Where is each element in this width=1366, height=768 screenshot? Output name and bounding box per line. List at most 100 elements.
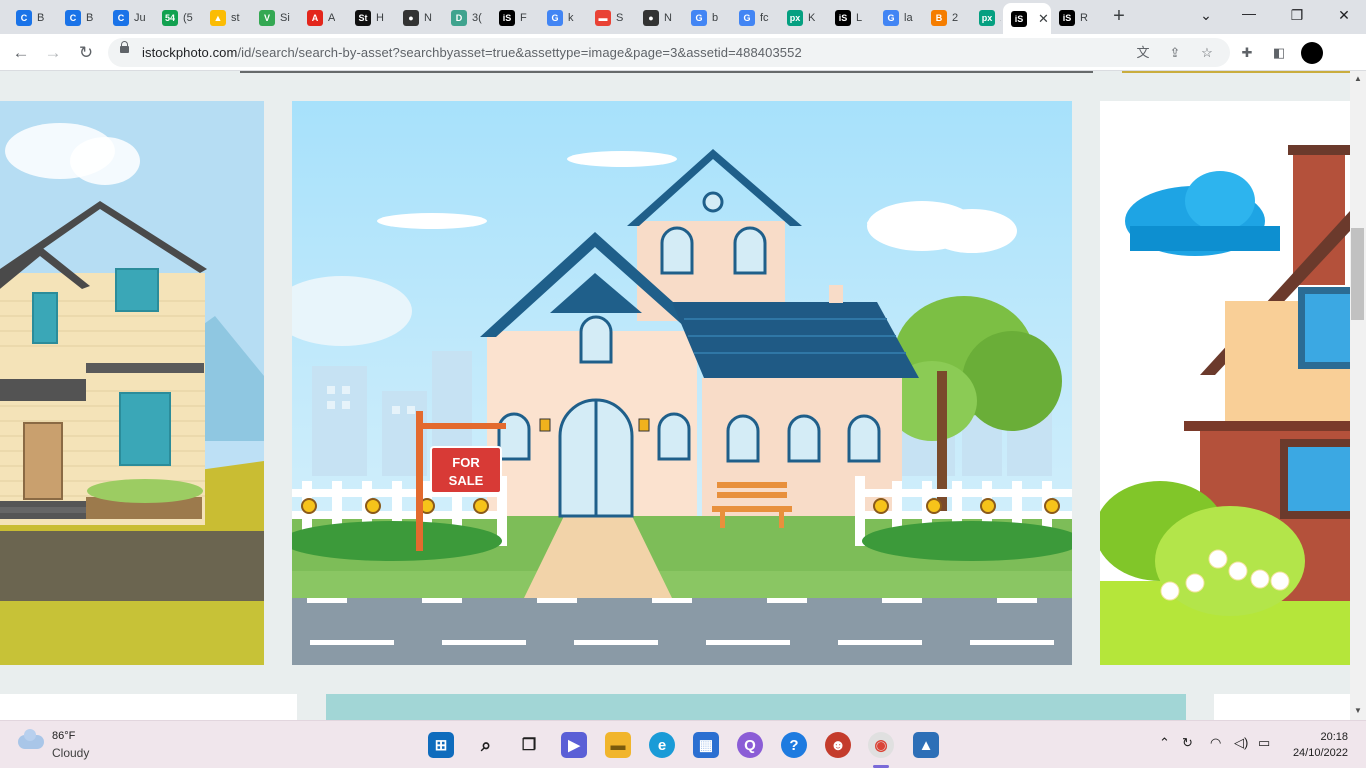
share-icon[interactable]: ⇪ bbox=[1166, 44, 1184, 62]
result-divider bbox=[1122, 71, 1350, 73]
browser-tab[interactable]: ▲ st bbox=[202, 6, 249, 30]
browser-tab[interactable]: AA bbox=[299, 6, 346, 30]
edge-browser-icon[interactable]: e bbox=[649, 732, 675, 758]
chrome-icon[interactable]: ◉ bbox=[868, 732, 894, 758]
tab-title: K bbox=[808, 12, 816, 24]
result-thumbnail-main[interactable]: FOR SALE bbox=[292, 101, 1072, 665]
help-icon[interactable]: ? bbox=[781, 732, 807, 758]
game-app-icon[interactable]: ☻ bbox=[825, 732, 851, 758]
istock-icon: iS bbox=[835, 10, 851, 26]
url-text: istockphoto.com/id/search/search-by-asse… bbox=[142, 45, 802, 60]
profile-avatar[interactable] bbox=[1301, 42, 1323, 64]
browser-tab[interactable]: C Ju bbox=[105, 6, 152, 30]
reload-button[interactable]: ↻ bbox=[75, 42, 97, 64]
task-view-icon[interactable]: ❐ bbox=[516, 732, 542, 758]
google-icon: G bbox=[691, 10, 707, 26]
browser-tab[interactable]: V Si bbox=[251, 6, 298, 30]
browser-tab[interactable]: St H bbox=[347, 6, 394, 30]
close-window-button[interactable]: ✕ bbox=[1330, 4, 1358, 26]
browser-tab[interactable]: ▬ S bbox=[587, 6, 634, 30]
close-tab-icon[interactable]: ✕ bbox=[1038, 11, 1049, 27]
c-icon: C bbox=[16, 10, 32, 26]
chat-icon[interactable]: ▶ bbox=[561, 732, 587, 758]
browser-tab[interactable]: ● N bbox=[395, 6, 442, 30]
tab-title: H bbox=[376, 12, 384, 24]
browser-tab[interactable]: Gk bbox=[539, 6, 586, 30]
google-icon: G bbox=[883, 10, 899, 26]
tab-title: 2 bbox=[952, 12, 959, 24]
restore-button[interactable]: ❐ bbox=[1283, 4, 1311, 26]
extensions-puzzle-icon[interactable]: ✚ bbox=[1238, 44, 1256, 62]
scroll-down-arrow-icon[interactable]: ▼ bbox=[1353, 706, 1363, 715]
browser-tab[interactable]: iS R bbox=[1051, 6, 1099, 30]
blogger-icon: B bbox=[931, 10, 947, 26]
tab-title: 3( bbox=[472, 12, 482, 24]
px-icon: px bbox=[979, 10, 995, 26]
for-sale-text-line2: SALE bbox=[449, 473, 484, 488]
page-scrollbar[interactable] bbox=[1350, 71, 1366, 720]
result-thumbnail-next-right[interactable] bbox=[1214, 694, 1350, 720]
volume-icon[interactable]: ◁) bbox=[1234, 735, 1248, 751]
browser-tab[interactable]: iS ✕ bbox=[1003, 3, 1051, 34]
browser-tab[interactable]: iS L bbox=[827, 6, 874, 30]
address-bar[interactable]: istockphoto.com/id/search/search-by-asse… bbox=[108, 38, 1230, 67]
translate-icon[interactable]: 文 bbox=[1134, 44, 1152, 62]
bookmark-star-icon[interactable]: ☆ bbox=[1198, 44, 1216, 62]
minimize-button[interactable]: — bbox=[1235, 2, 1263, 24]
result-thumbnail-next-main[interactable] bbox=[326, 694, 1186, 720]
github-icon: ● bbox=[643, 10, 659, 26]
browser-tab[interactable]: Gfc bbox=[731, 6, 778, 30]
weather-temperature[interactable]: 86°F bbox=[52, 730, 75, 742]
tab-title: F bbox=[520, 12, 527, 24]
browser-toolbar: ← → ↻ istockphoto.com/id/search/search-b… bbox=[0, 34, 1366, 71]
sync-icon[interactable]: ↻ bbox=[1182, 735, 1193, 751]
clock-date: 24/10/2022 bbox=[1292, 747, 1348, 759]
show-hidden-icons-chevron-icon[interactable]: ⌃ bbox=[1159, 735, 1170, 751]
browser-tab[interactable]: CB bbox=[57, 6, 104, 30]
browser-tab[interactable]: px K bbox=[779, 6, 826, 30]
browser-tab[interactable]: iS F bbox=[491, 6, 538, 30]
tab-title: k bbox=[568, 12, 574, 24]
file-explorer-icon[interactable]: ▬ bbox=[605, 732, 631, 758]
photos-icon[interactable]: ▲ bbox=[913, 732, 939, 758]
back-button[interactable]: ← bbox=[10, 42, 32, 64]
forward-button[interactable]: → bbox=[42, 42, 64, 64]
v-icon: V bbox=[259, 10, 275, 26]
battery-icon[interactable]: ▭ bbox=[1258, 735, 1270, 751]
search-results-page: FOR SALE bbox=[0, 71, 1350, 720]
lock-icon[interactable] bbox=[120, 41, 129, 53]
browser-tab[interactable]: B2 bbox=[923, 6, 970, 30]
system-clock[interactable]: 20:18 24/10/2022 bbox=[1288, 729, 1348, 761]
start-windows-icon[interactable]: ⊞ bbox=[428, 732, 454, 758]
browser-tab[interactable]: D 3( bbox=[443, 6, 490, 30]
result-thumbnail-right[interactable] bbox=[1100, 101, 1350, 665]
result-divider bbox=[240, 71, 1093, 73]
result-thumbnail-next-left[interactable] bbox=[0, 694, 297, 720]
tab-title: N bbox=[424, 12, 432, 24]
browser-tab[interactable]: Gb bbox=[683, 6, 730, 30]
tab-title: R bbox=[1080, 12, 1088, 24]
tab-title: (5 bbox=[183, 12, 193, 24]
browser-tab[interactable]: 54 (5 bbox=[154, 6, 201, 30]
tab-title: B bbox=[86, 12, 94, 24]
side-panel-icon[interactable]: ◧ bbox=[1270, 44, 1288, 62]
microsoft-store-icon[interactable]: ▦ bbox=[693, 732, 719, 758]
drive-icon: ▲ bbox=[210, 10, 226, 26]
browser-tab[interactable]: px 1 bbox=[971, 6, 1001, 30]
browser-tab[interactable]: Gla bbox=[875, 6, 922, 30]
weather-description[interactable]: Cloudy bbox=[52, 746, 89, 760]
app-q-icon[interactable]: Q bbox=[737, 732, 763, 758]
tab-search-chevron-icon[interactable]: ⌄ bbox=[1192, 4, 1220, 26]
wifi-icon[interactable]: ◠ bbox=[1210, 735, 1221, 751]
scroll-up-arrow-icon[interactable]: ▲ bbox=[1353, 74, 1363, 83]
browser-tab[interactable]: CB bbox=[8, 6, 55, 30]
px-icon: px bbox=[787, 10, 803, 26]
clock-time: 20:18 bbox=[1320, 731, 1348, 743]
tab-title: b bbox=[712, 12, 719, 24]
scrollbar-thumb[interactable] bbox=[1351, 228, 1364, 320]
cloudy-weather-icon[interactable] bbox=[18, 729, 44, 749]
browser-tab[interactable]: ● N bbox=[635, 6, 682, 30]
result-thumbnail-left[interactable] bbox=[0, 101, 264, 665]
new-tab-button[interactable]: + bbox=[1108, 6, 1130, 28]
search-icon[interactable]: ⌕ bbox=[473, 732, 499, 758]
